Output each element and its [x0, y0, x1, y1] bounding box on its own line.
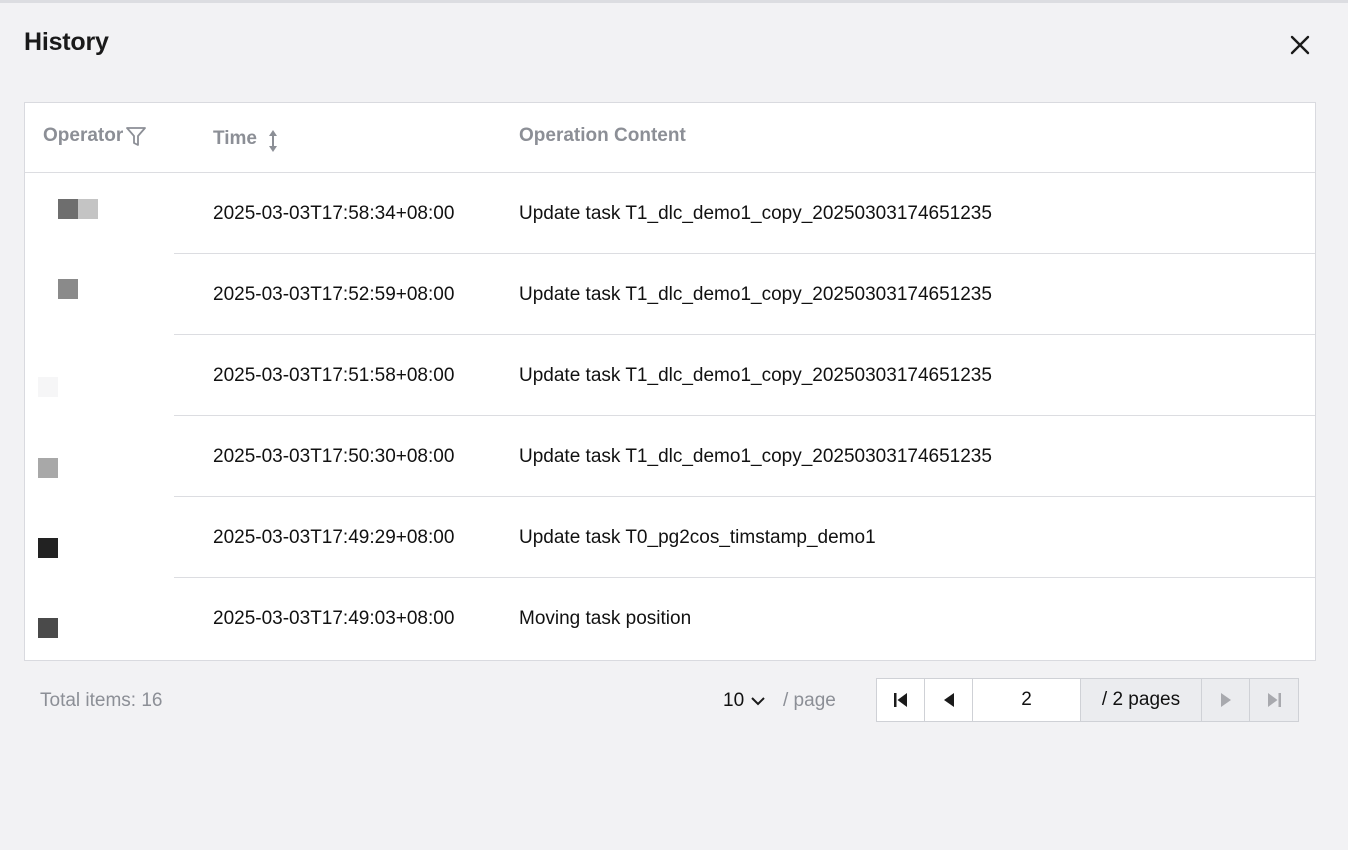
operator-avatar — [25, 173, 174, 254]
chevron-down-icon — [750, 695, 766, 707]
column-header-time[interactable]: Time — [213, 125, 279, 153]
total-items: Total items: 16 — [40, 690, 163, 711]
table-row: 2025-03-03T17:58:34+08:00 Update task T1… — [25, 173, 1315, 254]
sort-icon[interactable] — [267, 129, 279, 153]
operator-avatar — [25, 335, 174, 416]
dialog-title: History — [24, 28, 109, 56]
operator-avatar — [25, 416, 174, 497]
table-row: 2025-03-03T17:51:58+08:00 Update task T1… — [25, 335, 1315, 416]
table-row: 2025-03-03T17:50:30+08:00 Update task T1… — [25, 416, 1315, 497]
top-divider — [0, 0, 1348, 3]
cell-time: 2025-03-03T17:58:34+08:00 — [213, 203, 455, 224]
cell-time: 2025-03-03T17:51:58+08:00 — [213, 365, 455, 386]
cell-content: Update task T1_dlc_demo1_copy_2025030317… — [519, 446, 992, 467]
operator-avatar — [25, 497, 174, 578]
avatar-block — [38, 618, 58, 638]
cell-time: 2025-03-03T17:49:03+08:00 — [213, 608, 455, 629]
total-pages-label: / 2 pages — [1081, 679, 1202, 721]
close-button[interactable] — [1285, 30, 1315, 60]
cell-time: 2025-03-03T17:50:30+08:00 — [213, 446, 455, 467]
filter-icon[interactable] — [125, 125, 147, 147]
avatar-block — [78, 199, 98, 219]
next-page-icon — [1220, 693, 1231, 707]
operator-avatar — [25, 578, 174, 659]
cell-content: Update task T1_dlc_demo1_copy_2025030317… — [519, 365, 992, 386]
cell-content: Moving task position — [519, 608, 692, 629]
page-number-input[interactable] — [973, 679, 1081, 721]
close-icon — [1290, 35, 1310, 55]
table-row: 2025-03-03T17:49:03+08:00 Moving task po… — [25, 578, 1315, 659]
avatar-block — [38, 458, 58, 478]
page-size-select[interactable]: 10 — [723, 690, 766, 712]
first-page-button[interactable] — [877, 679, 925, 721]
table-row: 2025-03-03T17:52:59+08:00 Update task T1… — [25, 254, 1315, 335]
per-page-label: / page — [783, 690, 836, 711]
avatar-block — [38, 538, 58, 558]
avatar-block — [58, 199, 78, 219]
prev-page-icon — [943, 693, 954, 707]
table-header: Operator Time Operation Content — [25, 103, 1315, 173]
last-page-icon — [1268, 693, 1281, 707]
cell-time: 2025-03-03T17:52:59+08:00 — [213, 284, 455, 305]
history-table: Operator Time Operation Content 2025-03-… — [24, 102, 1316, 661]
column-header-operator-label: Operator — [43, 125, 124, 146]
first-page-icon — [893, 693, 907, 707]
column-header-content: Operation Content — [519, 125, 686, 146]
cell-content: Update task T1_dlc_demo1_copy_2025030317… — [519, 284, 992, 305]
avatar-block — [38, 377, 58, 397]
cell-time: 2025-03-03T17:49:29+08:00 — [213, 527, 455, 548]
cell-content: Update task T1_dlc_demo1_copy_2025030317… — [519, 203, 992, 224]
next-page-button[interactable] — [1202, 679, 1250, 721]
table-row: 2025-03-03T17:49:29+08:00 Update task T0… — [25, 497, 1315, 578]
pagination: / 2 pages — [876, 678, 1299, 722]
prev-page-button[interactable] — [925, 679, 973, 721]
last-page-button[interactable] — [1250, 679, 1298, 721]
avatar-block — [58, 279, 78, 299]
cell-content: Update task T0_pg2cos_timstamp_demo1 — [519, 527, 876, 548]
operator-avatar — [25, 254, 174, 335]
page-size-value: 10 — [723, 690, 745, 711]
column-header-operator: Operator — [43, 125, 147, 147]
column-header-time-label: Time — [213, 128, 258, 149]
